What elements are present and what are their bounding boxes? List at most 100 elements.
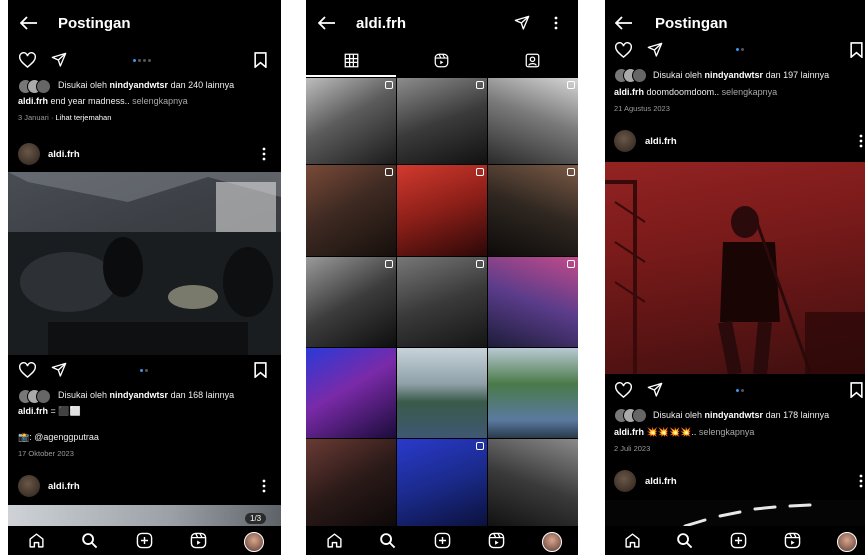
create-icon[interactable] <box>434 532 451 549</box>
post-caption: aldi.frh = ⬛⬜ <box>18 406 81 416</box>
search-icon[interactable] <box>676 532 693 549</box>
page-title: Postingan <box>58 15 131 32</box>
grid-photo[interactable] <box>488 78 578 164</box>
grid-photo[interactable] <box>488 439 578 529</box>
more-icon[interactable] <box>554 16 558 30</box>
send-icon[interactable] <box>647 382 663 398</box>
grid-photo[interactable] <box>488 165 578 256</box>
more-link[interactable]: selengkapnya <box>722 87 778 97</box>
post-photo[interactable] <box>605 162 865 374</box>
author-name[interactable]: aldi.frh <box>48 481 80 492</box>
bookmark-icon[interactable] <box>850 382 863 398</box>
liker-avatars <box>614 408 648 423</box>
reels-icon[interactable] <box>784 532 801 549</box>
author-name[interactable]: aldi.frh <box>645 476 677 487</box>
heart-icon[interactable] <box>19 52 36 68</box>
profile-avatar[interactable] <box>244 532 264 552</box>
bottom-nav <box>306 526 578 555</box>
post-photo[interactable] <box>605 500 865 527</box>
more-icon[interactable] <box>859 134 863 148</box>
grid-photo[interactable] <box>306 165 396 256</box>
photo-scene <box>8 172 281 355</box>
likes-text[interactable]: Disukai oleh nindyandwtsr dan 178 lainny… <box>653 410 829 420</box>
author-avatar[interactable] <box>18 475 40 497</box>
heart-icon[interactable] <box>615 42 632 58</box>
create-icon[interactable] <box>136 532 153 549</box>
author-name[interactable]: aldi.frh <box>645 136 677 147</box>
send-icon[interactable] <box>514 15 530 31</box>
send-icon[interactable] <box>51 52 67 68</box>
grid-photo[interactable] <box>488 257 578 347</box>
post-caption: aldi.frh 💥💥💥💥.. selengkapnya <box>614 427 755 437</box>
grid-photo[interactable] <box>397 439 487 529</box>
reels-icon[interactable] <box>434 53 449 68</box>
likes-text[interactable]: Disukai oleh nindyandwtsr dan 168 lainny… <box>58 390 234 400</box>
profile-avatar[interactable] <box>542 532 562 552</box>
tagged-icon[interactable] <box>525 53 540 68</box>
more-link[interactable]: selengkapnya <box>132 96 188 106</box>
grid-photo[interactable] <box>397 78 487 164</box>
post-date: 3 Januari · Lihat terjemahan <box>18 113 112 122</box>
middle-phone: aldi.frh <box>306 0 578 555</box>
home-icon[interactable] <box>326 532 343 549</box>
bottom-nav <box>605 526 865 555</box>
reels-icon[interactable] <box>190 532 207 549</box>
more-link[interactable]: selengkapnya <box>699 427 755 437</box>
photo-scene <box>605 162 865 374</box>
post-photo[interactable] <box>8 505 281 527</box>
home-icon[interactable] <box>624 532 641 549</box>
author-avatar[interactable] <box>18 143 40 165</box>
photo-scene <box>683 503 812 527</box>
grid-photo[interactable] <box>306 78 396 164</box>
send-icon[interactable] <box>647 42 663 58</box>
back-arrow-icon[interactable] <box>318 16 336 30</box>
post-date: 17 Oktober 2023 <box>18 449 74 458</box>
bookmark-icon[interactable] <box>254 362 267 378</box>
liker-avatars <box>18 389 52 404</box>
send-icon[interactable] <box>51 362 67 378</box>
bookmark-icon[interactable] <box>254 52 267 68</box>
heart-icon[interactable] <box>615 382 632 398</box>
author-avatar[interactable] <box>614 130 636 152</box>
grid-photo[interactable] <box>397 348 487 438</box>
grid-photo[interactable] <box>306 439 396 529</box>
right-phone: Postingan Disukai oleh nindyandwtsr dan … <box>605 0 865 555</box>
page-title: Postingan <box>655 15 728 32</box>
grid-photo[interactable] <box>488 348 578 438</box>
likes-text[interactable]: Disukai oleh nindyandwtsr dan 240 lainny… <box>58 80 234 90</box>
author-name[interactable]: aldi.frh <box>48 149 80 160</box>
author-avatar[interactable] <box>614 470 636 492</box>
active-tab-indicator <box>306 75 396 77</box>
post-caption: aldi.frh doomdoomdoom.. selengkapnya <box>614 87 778 97</box>
left-phone: Postingan Disukai oleh nindyandwtsr dan … <box>8 0 281 555</box>
bottom-nav <box>8 526 281 555</box>
likes-text[interactable]: Disukai oleh nindyandwtsr dan 197 lainny… <box>653 70 829 80</box>
grid-photo[interactable] <box>397 257 487 347</box>
heart-icon[interactable] <box>19 362 36 378</box>
grid-photo[interactable] <box>306 348 396 438</box>
carousel-counter: 1/3 <box>245 513 267 524</box>
home-icon[interactable] <box>28 532 45 549</box>
more-icon[interactable] <box>262 479 266 493</box>
liker-avatars <box>18 79 52 94</box>
liker-avatars <box>614 68 648 83</box>
profile-avatar[interactable] <box>837 532 857 552</box>
search-icon[interactable] <box>81 532 98 549</box>
grid-photo[interactable] <box>306 257 396 347</box>
post-date: 2 Juli 2023 <box>614 444 651 453</box>
reels-icon[interactable] <box>488 532 505 549</box>
grid-icon[interactable] <box>344 53 359 68</box>
search-icon[interactable] <box>379 532 396 549</box>
photo-credit: 📸: @agenggputraa <box>18 432 99 442</box>
create-icon[interactable] <box>730 532 747 549</box>
grid-photo[interactable] <box>397 165 487 256</box>
more-icon[interactable] <box>262 147 266 161</box>
post-photo[interactable] <box>8 172 281 355</box>
back-arrow-icon[interactable] <box>20 16 38 30</box>
post-caption: aldi.frh end year madness.. selengkapnya <box>18 96 188 106</box>
bookmark-icon[interactable] <box>850 42 863 58</box>
profile-name: aldi.frh <box>356 15 407 32</box>
translate-link[interactable]: Lihat terjemahan <box>56 113 112 122</box>
back-arrow-icon[interactable] <box>615 16 633 30</box>
more-icon[interactable] <box>859 474 863 488</box>
